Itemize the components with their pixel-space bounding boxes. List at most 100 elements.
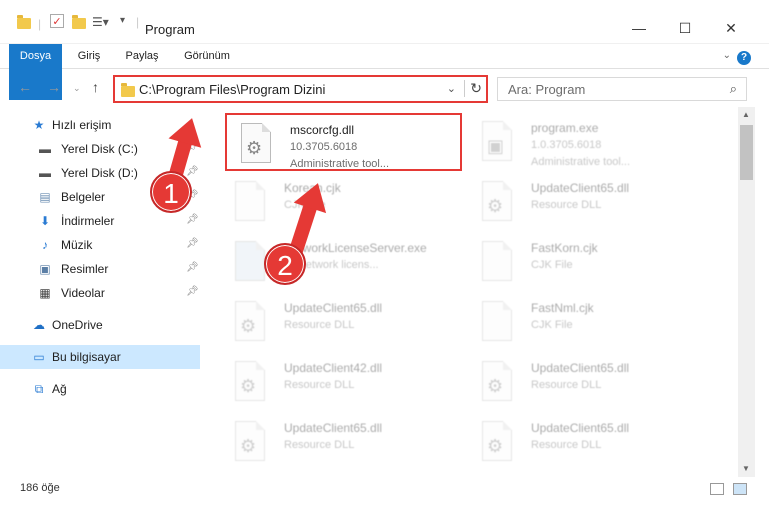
pin-icon[interactable]: 📌︎ [186, 286, 199, 297]
file-item[interactable]: ⚙ UpdateClient65.dll Resource DLL [221, 413, 461, 469]
computer-icon: ▭ [33, 350, 45, 364]
sidebar-item-videos[interactable]: ▦ Videolar 📌︎ [0, 281, 200, 305]
sidebar-item-label: OneDrive [52, 318, 103, 332]
file-item[interactable]: FastNml.cjk CJK File [468, 293, 708, 349]
sidebar-item-pictures[interactable]: ▣ Resimler 📌︎ [0, 257, 200, 281]
view-icon[interactable]: ☰▾ [92, 15, 109, 29]
item-count: 186 öğe [20, 482, 60, 494]
tab-view[interactable]: Görünüm [181, 44, 233, 69]
vertical-scrollbar[interactable]: ▲ ▼ [738, 107, 755, 477]
new-folder-icon[interactable] [72, 15, 86, 29]
pin-icon[interactable]: 📌︎ [186, 262, 199, 273]
forward-button[interactable]: → [47, 79, 61, 95]
address-path[interactable]: C:\Program Files\Program Dizini [139, 82, 325, 97]
sidebar-item-music[interactable]: ♪ Müzik 📌︎ [0, 233, 200, 257]
file-name: FastNml.cjk [531, 301, 594, 315]
file-item[interactable]: ▣ program.exe 1.0.3705.6018 Administrati… [468, 113, 708, 169]
sidebar-item-label: Müzik [61, 238, 93, 252]
refresh-icon[interactable]: ↻ [464, 80, 482, 97]
sidebar-item-onedrive[interactable]: ☁ OneDrive [0, 313, 200, 337]
file-name: UpdateClient65.dll [531, 361, 630, 375]
file-item[interactable]: ⚙ UpdateClient42.dll Resource DLL [221, 353, 461, 409]
drive-icon: ▬ [39, 166, 51, 180]
customize-toolbar-icon[interactable]: ▾ [120, 15, 125, 26]
file-item[interactable]: ⚙ UpdateClient65.dll Resource DLL [468, 413, 708, 469]
help-icon[interactable]: ? [737, 51, 751, 65]
step-badge-1: 1 [150, 171, 192, 213]
chevron-down-icon[interactable]: ⌄ [447, 82, 456, 95]
pin-icon[interactable]: 📌︎ [186, 214, 199, 225]
file-item[interactable]: NetworkLicenseServer.exe JY network lice… [221, 233, 461, 289]
scroll-down-icon[interactable]: ▼ [742, 464, 750, 473]
file-type: Resource DLL [284, 379, 355, 391]
dll-file-icon: ⚙ [482, 421, 516, 463]
large-icons-view-icon[interactable] [733, 483, 747, 495]
tab-home[interactable]: Giriş [72, 44, 106, 69]
dll-file-icon: ⚙ [235, 421, 269, 463]
up-button[interactable]: ↑ [92, 79, 99, 95]
dll-file-icon: ⚙ [241, 123, 275, 165]
sidebar-item-local-disk-c[interactable]: ▬ Yerel Disk (C:) 📌︎ [0, 137, 200, 161]
drive-icon: ▬ [39, 142, 51, 156]
sidebar-item-label: Videolar [61, 286, 105, 300]
network-icon: ⧉ [34, 381, 44, 396]
search-input[interactable]: Ara: Program ⌕ [497, 77, 747, 101]
close-button[interactable]: ✕ [708, 12, 754, 44]
dll-file-icon: ⚙ [235, 361, 269, 403]
sidebar-item-label: İndirmeler [61, 214, 115, 228]
file-type: Resource DLL [284, 439, 355, 451]
dll-file-icon: ⚙ [482, 181, 516, 223]
status-bar: 186 öğe [0, 477, 769, 506]
file-name: FastKorn.cjk [531, 241, 598, 255]
sidebar-item-label: Bu bilgisayar [52, 350, 121, 364]
title-bar: | ✓ ☰▾ ▾ | Program — ☐ ✕ [0, 0, 769, 44]
file-name: UpdateClient65.dll [284, 421, 383, 435]
music-icon: ♪ [42, 238, 48, 252]
file-type: CJK File [531, 319, 573, 331]
back-button[interactable]: ← [18, 79, 32, 95]
ribbon: Dosya Giriş Paylaş Görünüm ⌄ ? [0, 44, 769, 100]
address-bar[interactable]: C:\Program Files\Program Dizini ⌄ ↻ [113, 75, 488, 103]
search-icon[interactable]: ⌕ [730, 81, 737, 97]
file-icon [482, 301, 516, 343]
maximize-button[interactable]: ☐ [662, 12, 708, 44]
folder-icon [17, 15, 31, 29]
file-item-mscorcfg[interactable]: ⚙ mscorcfg.dll 10.3705.6018 Administrati… [225, 113, 462, 171]
file-list: ⚙ mscorcfg.dll 10.3705.6018 Administrati… [210, 107, 738, 477]
navigation-bar: ← → ⌄ ↑ C:\Program Files\Program Dizini … [0, 69, 769, 107]
file-item[interactable]: ⚙ UpdateClient65.dll Resource DLL [468, 173, 708, 229]
file-type: Resource DLL [284, 319, 355, 331]
sidebar-item-label: Ağ [52, 382, 67, 396]
file-version: 1.0.3705.6018 [531, 139, 602, 151]
properties-icon[interactable]: ✓ [50, 14, 64, 28]
file-description: Administrative tool... [290, 158, 390, 170]
pin-icon[interactable]: 📌︎ [186, 238, 199, 249]
expand-ribbon-icon[interactable]: ⌄ [723, 50, 731, 61]
file-item[interactable]: ⚙ UpdateClient65.dll Resource DLL [221, 293, 461, 349]
minimize-button[interactable]: — [616, 12, 662, 44]
pin-icon[interactable]: 📌︎ [186, 166, 199, 177]
sidebar-item-this-pc[interactable]: ▭ Bu bilgisayar [0, 345, 200, 369]
file-type: CJK File [531, 259, 573, 271]
scrollbar-thumb[interactable] [740, 125, 753, 180]
details-view-icon[interactable] [710, 483, 724, 495]
sidebar-item-network[interactable]: ⧉ Ağ [0, 377, 200, 401]
file-name: UpdateClient65.dll [531, 181, 630, 195]
sidebar-item-label: Resimler [61, 262, 109, 276]
separator: | [38, 17, 42, 31]
file-type: Resource DLL [531, 379, 602, 391]
sidebar-item-label: Yerel Disk (D:) [61, 166, 138, 180]
file-name: UpdateClient65.dll [531, 421, 630, 435]
sidebar-item-label: Belgeler [61, 190, 106, 204]
recent-locations-icon[interactable]: ⌄ [73, 83, 81, 94]
file-item[interactable]: Korean.cjk CJK File [221, 173, 461, 229]
file-item[interactable]: FastKorn.cjk CJK File [468, 233, 708, 289]
search-placeholder: Ara: Program [508, 82, 586, 97]
tab-share[interactable]: Paylaş [122, 44, 162, 69]
file-name: UpdateClient65.dll [284, 301, 383, 315]
download-icon: ⬇ [39, 214, 51, 228]
file-type: Resource DLL [531, 199, 602, 211]
pictures-icon: ▣ [39, 262, 51, 276]
file-item[interactable]: ⚙ UpdateClient65.dll Resource DLL [468, 353, 708, 409]
scroll-up-icon[interactable]: ▲ [742, 110, 750, 119]
